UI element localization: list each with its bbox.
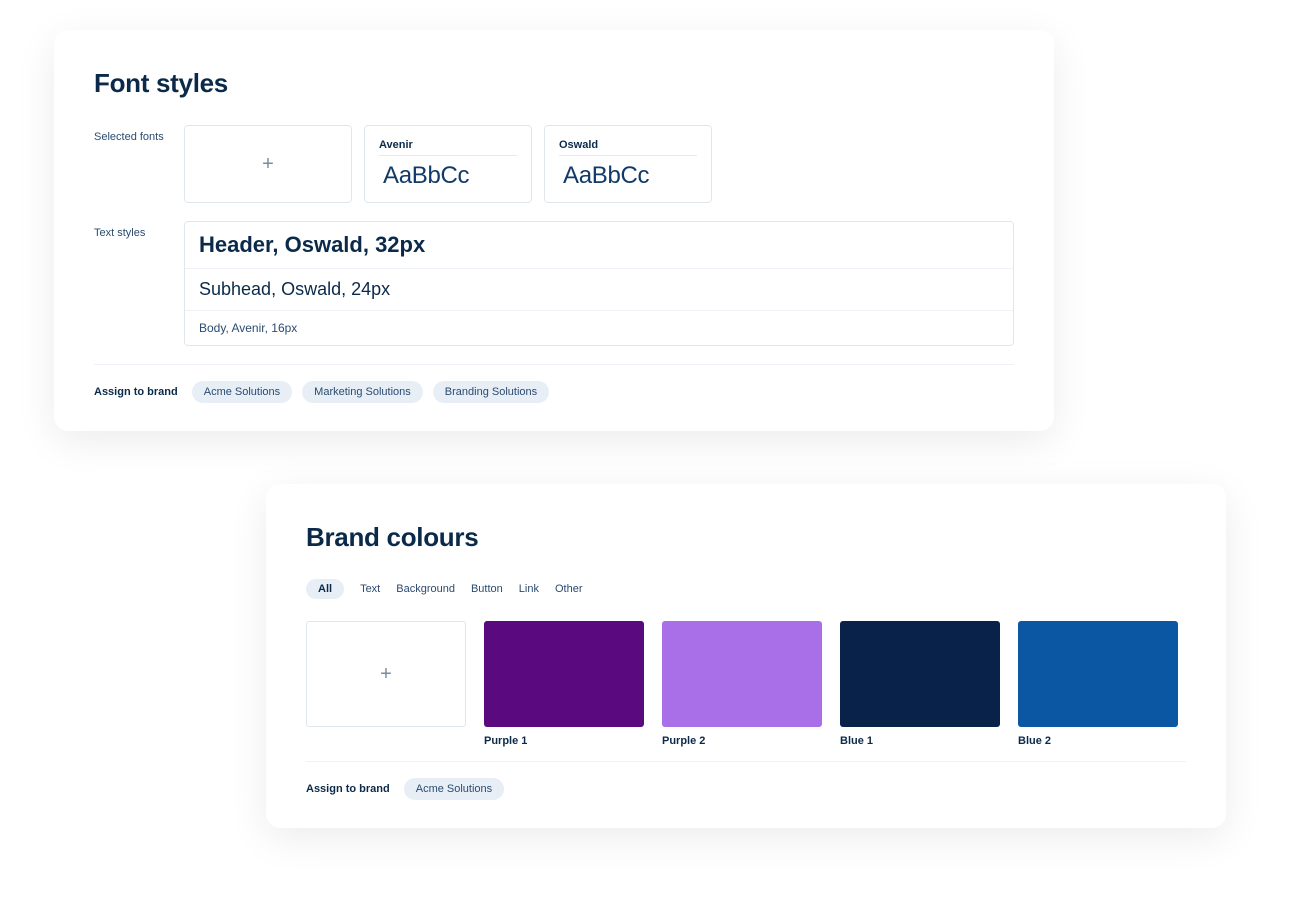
- swatch-label: Blue 2: [1018, 735, 1178, 747]
- text-style-subhead[interactable]: Subhead, Oswald, 24px: [185, 269, 1013, 311]
- assign-label: Assign to brand: [306, 783, 390, 795]
- brand-colours-title: Brand colours: [306, 522, 1186, 553]
- swatch-label: Purple 2: [662, 735, 822, 747]
- brand-colours-panel: Brand colours All Text Background Button…: [266, 484, 1226, 828]
- swatch-blue-2[interactable]: [1018, 621, 1178, 727]
- font-name: Oswald: [559, 139, 697, 156]
- font-sample: AaBbCc: [559, 162, 697, 190]
- font-styles-title: Font styles: [94, 68, 1014, 99]
- swatch-col: Blue 2: [1018, 621, 1178, 747]
- text-style-body[interactable]: Body, Avenir, 16px: [185, 311, 1013, 345]
- text-style-header[interactable]: Header, Oswald, 32px: [185, 222, 1013, 269]
- colour-filter-row: All Text Background Button Link Other: [306, 579, 1186, 599]
- filter-other[interactable]: Other: [555, 583, 583, 595]
- divider: [94, 364, 1014, 365]
- swatch-label: Blue 1: [840, 735, 1000, 747]
- font-card-avenir[interactable]: Avenir AaBbCc: [364, 125, 532, 203]
- plus-icon: +: [380, 664, 392, 684]
- assign-to-brand-row: Assign to brand Acme Solutions: [306, 778, 1186, 800]
- assign-to-brand-row: Assign to brand Acme Solutions Marketing…: [94, 381, 1014, 403]
- brand-chip[interactable]: Acme Solutions: [192, 381, 292, 403]
- filter-text[interactable]: Text: [360, 583, 380, 595]
- swatch-col: Blue 1: [840, 621, 1000, 747]
- filter-button[interactable]: Button: [471, 583, 503, 595]
- filter-link[interactable]: Link: [519, 583, 539, 595]
- add-font-button[interactable]: +: [184, 125, 352, 203]
- text-styles-list: Header, Oswald, 32px Subhead, Oswald, 24…: [184, 221, 1014, 346]
- font-styles-panel: Font styles Selected fonts + Avenir AaBb…: [54, 30, 1054, 431]
- swatch-purple-2[interactable]: [662, 621, 822, 727]
- assign-label: Assign to brand: [94, 386, 178, 398]
- add-colour-col: +: [306, 621, 466, 747]
- add-colour-button[interactable]: +: [306, 621, 466, 727]
- selected-fonts-label: Selected fonts: [94, 125, 184, 143]
- font-name: Avenir: [379, 139, 517, 156]
- text-styles-label: Text styles: [94, 221, 184, 239]
- swatch-label: Purple 1: [484, 735, 644, 747]
- font-card-oswald[interactable]: Oswald AaBbCc: [544, 125, 712, 203]
- swatch-col: Purple 1: [484, 621, 644, 747]
- divider: [306, 761, 1186, 762]
- swatch-blue-1[interactable]: [840, 621, 1000, 727]
- brand-chip[interactable]: Marketing Solutions: [302, 381, 423, 403]
- brand-chip[interactable]: Branding Solutions: [433, 381, 549, 403]
- swatch-col: Purple 2: [662, 621, 822, 747]
- brand-chip[interactable]: Acme Solutions: [404, 778, 504, 800]
- font-cards: + Avenir AaBbCc Oswald AaBbCc: [184, 125, 712, 203]
- filter-all[interactable]: All: [306, 579, 344, 599]
- font-sample: AaBbCc: [379, 162, 517, 190]
- selected-fonts-row: Selected fonts + Avenir AaBbCc Oswald Aa…: [94, 125, 1014, 203]
- swatch-row: + Purple 1 Purple 2 Blue 1 Blue 2: [306, 621, 1186, 747]
- plus-icon: +: [262, 154, 274, 174]
- text-styles-row: Text styles Header, Oswald, 32px Subhead…: [94, 221, 1014, 346]
- swatch-purple-1[interactable]: [484, 621, 644, 727]
- filter-background[interactable]: Background: [396, 583, 455, 595]
